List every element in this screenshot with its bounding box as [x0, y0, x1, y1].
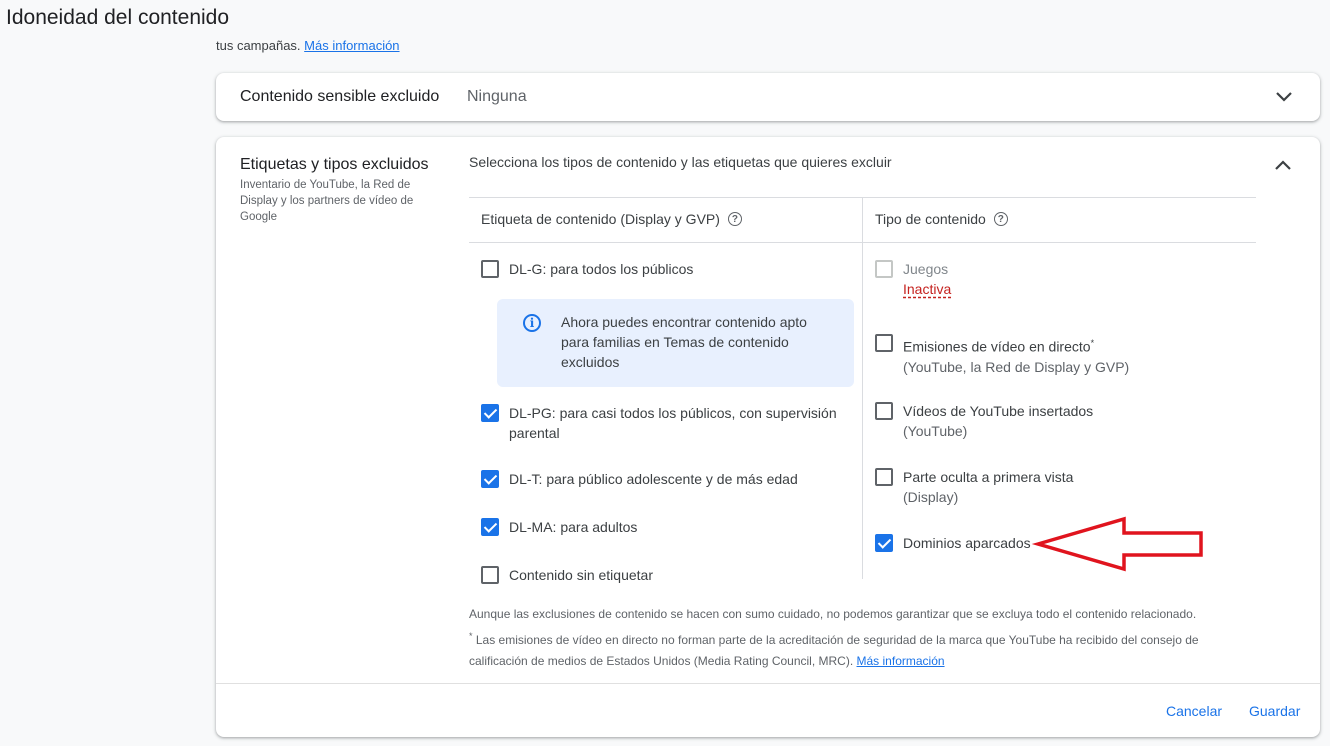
red-arrow-annotation [1031, 516, 1203, 572]
sensitive-content-label: Contenido sensible excluido [240, 88, 440, 105]
mrc-note: * Las emisiones de vídeo en directo no f… [469, 631, 1199, 668]
option-label: DL-G: para todos los públicos [509, 261, 694, 277]
option-label: DL-MA: para adultos [509, 519, 638, 535]
option-label-text: Vídeos de YouTube insertados [903, 403, 1094, 419]
option-label-text: Parte oculta a primera vista [903, 469, 1074, 485]
disclaimer-note: Aunque las exclusiones de contenido se h… [469, 607, 1197, 621]
type-option-live-streams[interactable]: Emisiones de vídeo en directo* (YouTube,… [875, 333, 1129, 377]
option-label: DL-T: para público adolescente y de más … [509, 471, 798, 487]
option-label: Vídeos de YouTube insertados (YouTube) [903, 401, 1093, 441]
info-icon: i [523, 314, 541, 332]
checkbox [875, 260, 893, 278]
chevron-up-icon[interactable] [1272, 154, 1294, 176]
type-option-embedded-videos[interactable]: Vídeos de YouTube insertados (YouTube) [875, 401, 1093, 441]
option-label: Dominios aparcados [903, 535, 1031, 551]
types-column-title: Tipo de contenido [875, 211, 986, 227]
excluded-labels-panel: Etiquetas y tipos excluidos Inventario d… [216, 137, 1320, 737]
option-label: Emisiones de vídeo en directo* (YouTube,… [903, 338, 1130, 375]
column-divider [862, 197, 863, 579]
checkbox[interactable] [481, 404, 499, 422]
label-option-dl-t[interactable]: DL-T: para público adolescente y de más … [481, 469, 798, 489]
intro-text: tus campañas. Más información [216, 38, 400, 53]
option-sublabel: (YouTube, la Red de Display y GVP) [903, 358, 1130, 375]
page-title: Idoneidad del contenido [6, 6, 230, 29]
option-sublabel: (YouTube) [903, 423, 968, 439]
intro-text-label: tus campañas. [216, 38, 301, 53]
help-icon[interactable]: ? [727, 212, 742, 226]
info-banner-text: Ahora puedes encontrar contenido apto pa… [561, 314, 807, 370]
checkbox[interactable] [481, 470, 499, 488]
sensitive-content-value: Ninguna [467, 88, 527, 105]
more-info-link[interactable]: Más información [304, 38, 399, 53]
info-banner: i Ahora puedes encontrar contenido apto … [497, 299, 854, 387]
sensitive-content-panel[interactable]: Contenido sensible excluido Ninguna [216, 73, 1320, 121]
option-label-text: Juegos [903, 261, 949, 277]
checkbox[interactable] [481, 518, 499, 536]
option-label: DL-PG: para casi todos los públicos, con… [509, 405, 837, 441]
checkbox[interactable] [875, 402, 893, 420]
option-label: Parte oculta a primera vista (Display) [903, 467, 1073, 507]
label-option-dl-g[interactable]: DL-G: para todos los públicos [481, 259, 693, 279]
mrc-note-text: Las emisiones de vídeo en directo no for… [469, 633, 1199, 668]
option-label: Juegos Inactiva [903, 259, 951, 299]
checkbox[interactable] [875, 334, 893, 352]
checkbox[interactable] [875, 534, 893, 552]
labels-column-title: Etiqueta de contenido (Display y GVP) [481, 211, 720, 227]
checkbox[interactable] [875, 468, 893, 486]
option-sublabel: (Display) [903, 489, 959, 505]
checkbox[interactable] [481, 566, 499, 584]
chevron-down-icon[interactable] [1273, 86, 1295, 108]
type-option-below-fold[interactable]: Parte oculta a primera vista (Display) [875, 467, 1073, 507]
labels-column-header: Etiqueta de contenido (Display y GVP) ? [481, 211, 742, 227]
type-option-parked-domains[interactable]: Dominios aparcados [875, 533, 1031, 553]
types-column-header: Tipo de contenido ? [875, 211, 1008, 227]
cancel-button[interactable]: Cancelar [1166, 703, 1222, 719]
option-label: Contenido sin etiquetar [509, 567, 653, 583]
help-icon[interactable]: ? [993, 212, 1008, 226]
save-button[interactable]: Guardar [1249, 703, 1300, 719]
mrc-more-info-link[interactable]: Más información [857, 654, 945, 668]
excluded-panel-title: Etiquetas y tipos excluidos [240, 156, 429, 173]
label-option-unlabeled[interactable]: Contenido sin etiquetar [481, 565, 653, 585]
option-label-text: Emisiones de vídeo en directo [903, 338, 1091, 355]
excluded-panel-subtitle: Inventario de YouTube, la Red de Display… [240, 179, 414, 223]
inactive-status[interactable]: Inactiva [903, 279, 951, 299]
type-option-games: Juegos Inactiva [875, 259, 951, 299]
checkbox[interactable] [481, 260, 499, 278]
footer-divider [216, 683, 1320, 684]
excluded-panel-description: Selecciona los tipos de contenido y las … [469, 154, 892, 170]
label-option-dl-pg[interactable]: DL-PG: para casi todos los públicos, con… [481, 403, 856, 443]
label-option-dl-ma[interactable]: DL-MA: para adultos [481, 517, 637, 537]
